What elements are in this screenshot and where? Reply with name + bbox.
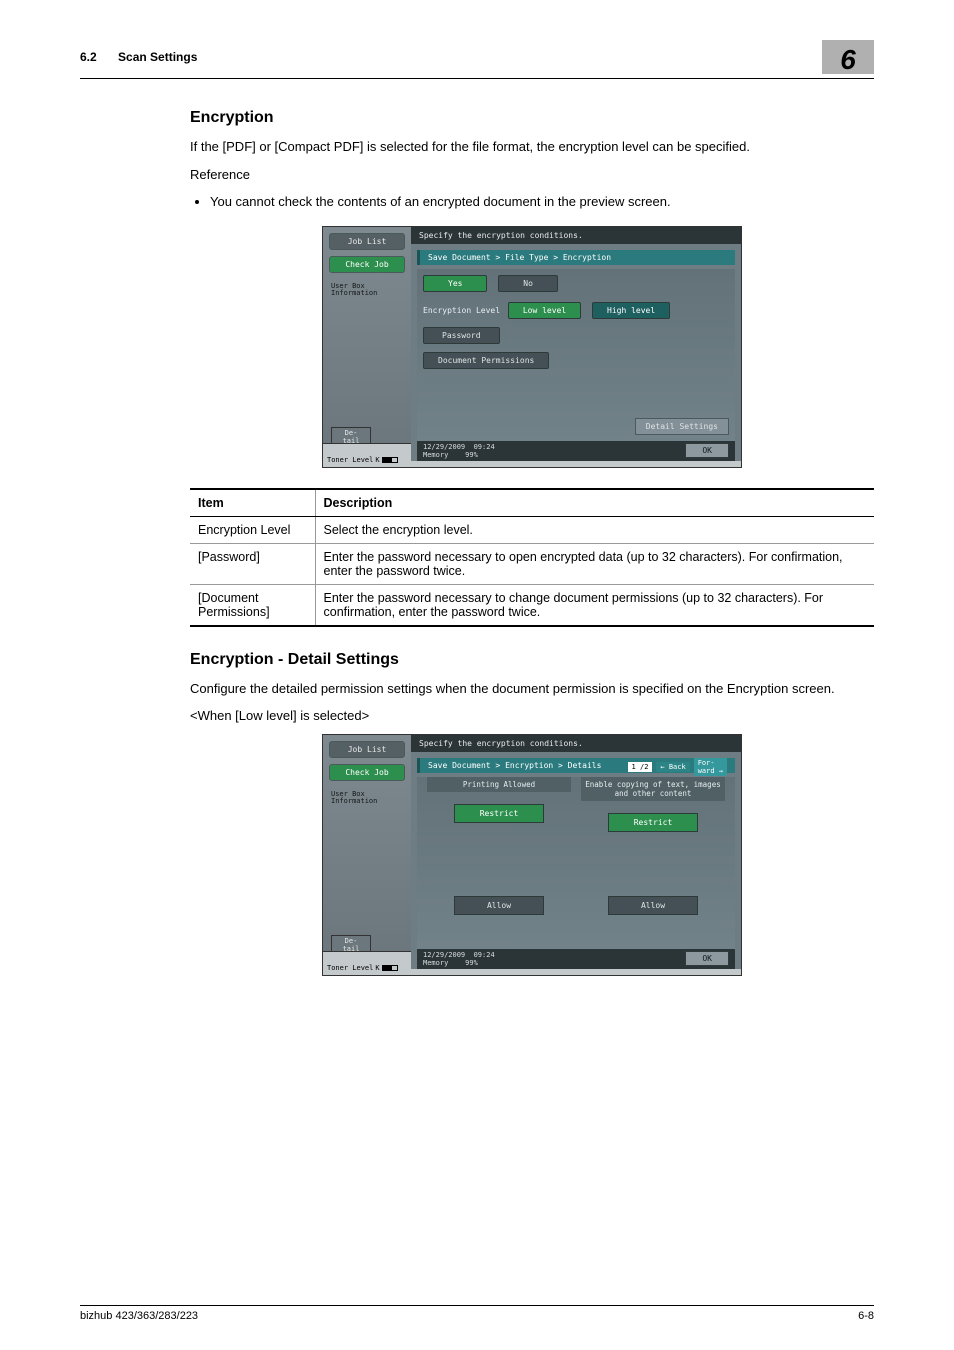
page-footer: bizhub 423/363/283/223 6-8 [80, 1305, 874, 1322]
no-button[interactable]: No [498, 275, 558, 292]
reference-bullet: You cannot check the contents of an encr… [210, 192, 874, 212]
pager: 1 /2 ← Back For- ward → [628, 758, 727, 776]
device-screenshot-detail-settings: Job List Check Job User Box Information … [322, 734, 742, 976]
panel-instruction: Specify the encryption conditions. [411, 227, 741, 244]
col-item: Item [190, 489, 315, 517]
section-number: 6.2 [80, 50, 97, 64]
device-screenshot-encryption: Job List Check Job User Box Information … [322, 226, 742, 468]
detail-settings-body: Configure the detailed permission settin… [190, 679, 874, 699]
check-job-tab[interactable]: Check Job [329, 764, 405, 781]
panel-instruction: Specify the encryption conditions. [411, 735, 741, 752]
chapter-badge: 6 [822, 40, 874, 74]
back-button[interactable]: ← Back [656, 762, 689, 772]
document-permissions-button[interactable]: Document Permissions [423, 352, 549, 369]
detail-settings-button[interactable]: Detail Settings [635, 418, 729, 435]
job-list-tab[interactable]: Job List [329, 741, 405, 758]
panel-footer: 12/29/2009 09:24 Memory 99% OK [417, 441, 735, 461]
encryption-level-label: Encryption Level [423, 306, 503, 315]
high-level-button[interactable]: High level [592, 302, 670, 319]
table-row: Encryption Level Select the encryption l… [190, 516, 874, 543]
encryption-intro: If the [PDF] or [Compact PDF] is selecte… [190, 137, 874, 157]
breadcrumb: Save Document > File Type > Encryption [417, 250, 735, 265]
allow-copy-button[interactable]: Allow [608, 896, 698, 915]
page-header: 6.2 Scan Settings 6 [80, 40, 874, 74]
toner-bar-icon [382, 965, 398, 971]
allow-printing-button[interactable]: Allow [454, 896, 544, 915]
chapter-number: 6 [840, 44, 856, 76]
panel-footer: 12/29/2009 09:24 Memory 99% OK [417, 949, 735, 969]
restrict-copy-button[interactable]: Restrict [608, 813, 698, 832]
footer-model: bizhub 423/363/283/223 [80, 1310, 198, 1322]
table-row: [Password] Enter the password necessary … [190, 543, 874, 584]
section-label: 6.2 Scan Settings [80, 50, 197, 64]
header-rule [80, 78, 874, 79]
enable-copy-header: Enable copying of text, images and other… [581, 777, 725, 801]
check-job-tab[interactable]: Check Job [329, 256, 405, 273]
reference-label: Reference [190, 165, 874, 185]
toner-level: Toner Level K [327, 456, 398, 464]
section-title: Scan Settings [118, 50, 197, 64]
footer-page: 6-8 [858, 1310, 874, 1322]
encryption-items-table: Item Description Encryption Level Select… [190, 488, 874, 627]
when-low-level-label: <When [Low level] is selected> [190, 706, 874, 726]
toner-bar-icon [382, 457, 398, 463]
printing-allowed-header: Printing Allowed [427, 777, 571, 792]
table-row: [Document Permissions] Enter the passwor… [190, 584, 874, 626]
detail-settings-heading: Encryption - Detail Settings [190, 651, 874, 669]
col-description: Description [315, 489, 874, 517]
ok-button[interactable]: OK [685, 443, 729, 458]
low-level-button[interactable]: Low level [508, 302, 581, 319]
ok-button[interactable]: OK [685, 951, 729, 966]
yes-button[interactable]: Yes [423, 275, 487, 292]
forward-button[interactable]: For- ward → [694, 758, 727, 776]
reference-list: You cannot check the contents of an encr… [210, 192, 874, 212]
restrict-printing-button[interactable]: Restrict [454, 804, 544, 823]
user-box-label: User Box Information [331, 791, 411, 806]
job-list-tab[interactable]: Job List [329, 233, 405, 250]
page-indicator: 1 /2 [628, 762, 653, 772]
encryption-heading: Encryption [190, 109, 874, 127]
chapter-indicator: 6 [822, 40, 874, 74]
toner-level: Toner Level K [327, 964, 398, 972]
password-button[interactable]: Password [423, 327, 500, 344]
breadcrumb: Save Document > Encryption > Details 1 /… [417, 758, 735, 773]
user-box-label: User Box Information [331, 283, 411, 298]
